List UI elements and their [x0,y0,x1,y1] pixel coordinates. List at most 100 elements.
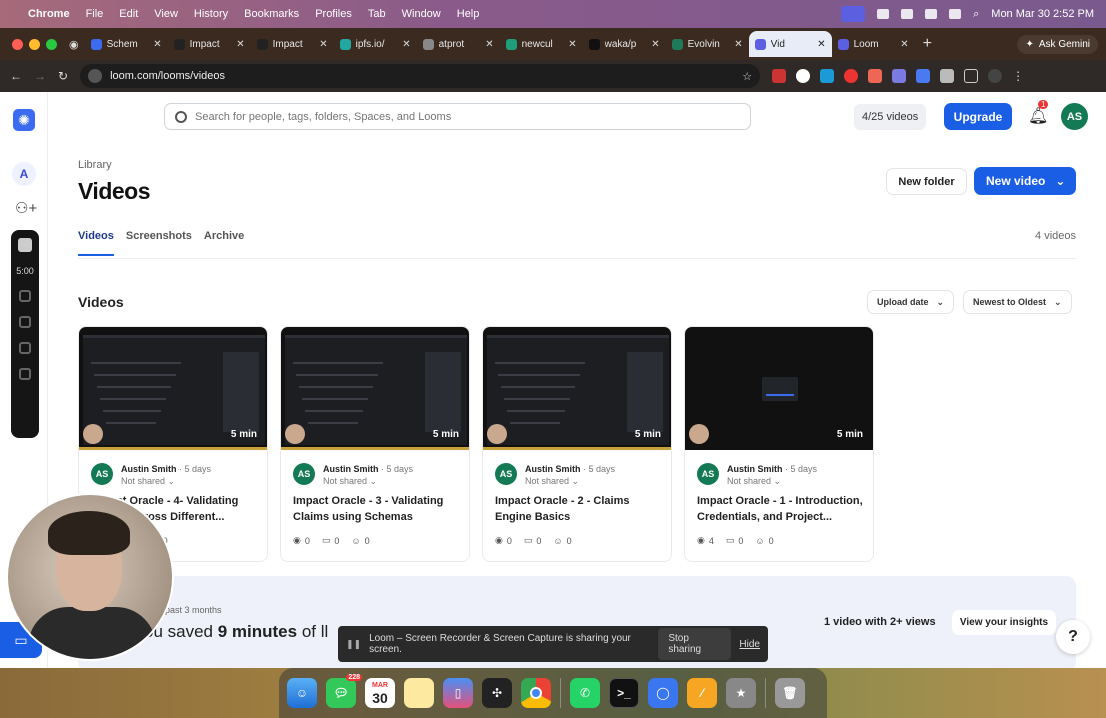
close-tab-icon[interactable]: ✕ [153,39,161,50]
chevron-down-icon[interactable]: ⌄ [1055,174,1065,188]
sharing-status[interactable]: Not shared [727,476,771,486]
chrome-icon[interactable] [521,678,551,708]
browser-tab[interactable]: atprot ✕ [417,31,500,57]
browser-tab[interactable]: waka/p ✕ [583,31,666,57]
close-window-icon[interactable] [12,38,23,50]
terminal-icon[interactable]: >_ [609,678,639,708]
new-folder-button[interactable]: New folder [886,168,967,195]
video-card[interactable]: 5 min AS Austin Smith · 5 days Not shared ⌄… [482,326,672,562]
bookmark-star-icon[interactable]: ☆ [742,70,752,83]
video-title[interactable]: Impact Oracle - 2 - Claims Engine Basics [495,493,665,525]
figma-icon[interactable]: ✣ [482,678,512,708]
adblock-icon[interactable] [844,69,859,83]
video-thumbnail[interactable]: 5 min [281,327,469,450]
calendar-icon[interactable]: MAR 30 [365,678,395,708]
video-thumbnail[interactable]: 5 min [79,327,267,450]
browser-tab[interactable]: Evolvin ✕ [666,31,749,57]
reload-icon[interactable]: ↻ [58,69,68,83]
app-icon[interactable]: ★ [726,678,756,708]
extensions-puzzle-icon[interactable] [940,69,955,83]
drag-handle-icon[interactable] [19,368,31,380]
iphone-mirroring-icon[interactable]: ▯ [443,678,473,708]
author-avatar[interactable]: AS [293,463,315,485]
tab-archive[interactable]: Archive [204,230,244,256]
chevron-down-icon[interactable]: ⌄ [774,476,782,486]
video-card[interactable]: 5 min AS Austin Smith · 5 days Not shared ⌄… [684,326,874,562]
tab-search-icon[interactable]: ◉ [69,38,79,51]
menu-tab[interactable]: Tab [368,8,386,20]
close-tab-icon[interactable]: ✕ [319,39,327,50]
close-tab-icon[interactable]: ✕ [568,39,576,50]
sort-order-dropdown[interactable]: Newest to Oldest ⌄ [963,290,1072,314]
view-insights-button[interactable]: View your insights [952,610,1056,635]
sharing-status[interactable]: Not shared [121,476,165,486]
sharing-status[interactable]: Not shared [525,476,569,486]
menu-window[interactable]: Window [402,8,441,20]
pause-icon[interactable] [19,290,31,302]
author-avatar[interactable]: AS [495,463,517,485]
ask-gemini-button[interactable]: ✦ Ask Gemini [1017,34,1098,54]
browser-tab[interactable]: Vid ✕ [748,31,832,57]
chevron-down-icon[interactable]: ⌄ [370,476,378,486]
screen-share-icon[interactable] [841,6,866,22]
tab-screenshots[interactable]: Screenshots [126,230,192,256]
chevron-down-icon[interactable]: ⌄ [572,476,580,486]
notifications-bell-icon[interactable]: 🔔︎ 1 [1028,100,1049,126]
battery-icon[interactable] [925,9,938,19]
sublime-text-icon[interactable]: ⁄ [687,678,717,708]
extension-icon[interactable] [868,69,883,83]
close-tab-icon[interactable]: ✕ [817,39,825,50]
browser-tab[interactable]: Loom ✕ [832,31,915,57]
whatsapp-icon[interactable]: ✆ [570,678,600,708]
browser-tab[interactable]: newcul ✕ [500,31,583,57]
extension-icon[interactable] [820,69,835,83]
url-text[interactable]: loom.com/looms/videos [110,70,225,82]
forward-icon[interactable]: → [34,69,46,83]
close-tab-icon[interactable]: ✕ [402,39,410,50]
chrome-menu-icon[interactable]: ⋮ [1012,69,1024,83]
browser-tab[interactable]: Impact ✕ [168,31,251,57]
stop-sharing-button[interactable]: Stop sharing [658,628,732,660]
status-icon[interactable] [877,9,890,19]
video-card[interactable]: 5 min AS Austin Smith · 5 days Not shared ⌄… [280,326,470,562]
video-thumbnail[interactable]: 5 min [483,327,671,450]
webcam-bubble[interactable] [6,493,174,661]
menu-app-name[interactable]: Chrome [28,8,70,20]
trash-icon[interactable] [19,342,31,354]
notes-icon[interactable] [404,678,434,708]
menu-help[interactable]: Help [457,8,480,20]
extension-icon[interactable] [892,69,907,83]
back-icon[interactable]: ← [10,69,22,83]
menu-edit[interactable]: Edit [119,8,138,20]
author-name[interactable]: Austin Smith [121,464,177,474]
search-bar[interactable] [164,103,751,130]
restart-icon[interactable] [19,316,31,328]
wifi-icon[interactable] [949,9,962,19]
workspace-avatar[interactable]: A [12,162,36,186]
menu-profiles[interactable]: Profiles [315,8,352,20]
status-icon[interactable] [901,9,914,19]
help-icon[interactable]: ? [1056,620,1090,654]
stop-recording-icon[interactable] [18,238,32,252]
menu-file[interactable]: File [86,8,104,20]
video-thumbnail[interactable]: 5 min [685,327,873,450]
user-avatar[interactable]: AS [1061,103,1088,130]
author-avatar[interactable]: AS [697,463,719,485]
browser-tab[interactable]: Impact ✕ [251,31,334,57]
hide-button[interactable]: Hide [739,639,760,650]
profile-icon[interactable] [988,69,1003,83]
side-panel-icon[interactable] [964,69,979,83]
new-video-button[interactable]: New video ⌄ [974,167,1076,195]
address-bar[interactable]: loom.com/looms/videos ☆ [80,64,761,88]
new-tab-icon[interactable]: + [923,35,932,53]
finder-icon[interactable]: ☺ [287,678,317,708]
extension-icon[interactable] [916,69,931,83]
upgrade-button[interactable]: Upgrade [944,103,1012,130]
extension-icon[interactable] [772,69,787,83]
zoom-window-icon[interactable] [46,38,57,50]
browser-tab[interactable]: ipfs.io/ ✕ [334,31,417,57]
close-tab-icon[interactable]: ✕ [900,39,908,50]
sort-field-dropdown[interactable]: Upload date ⌄ [867,290,955,314]
author-name[interactable]: Austin Smith [525,464,581,474]
breadcrumb[interactable]: Library [78,159,112,171]
